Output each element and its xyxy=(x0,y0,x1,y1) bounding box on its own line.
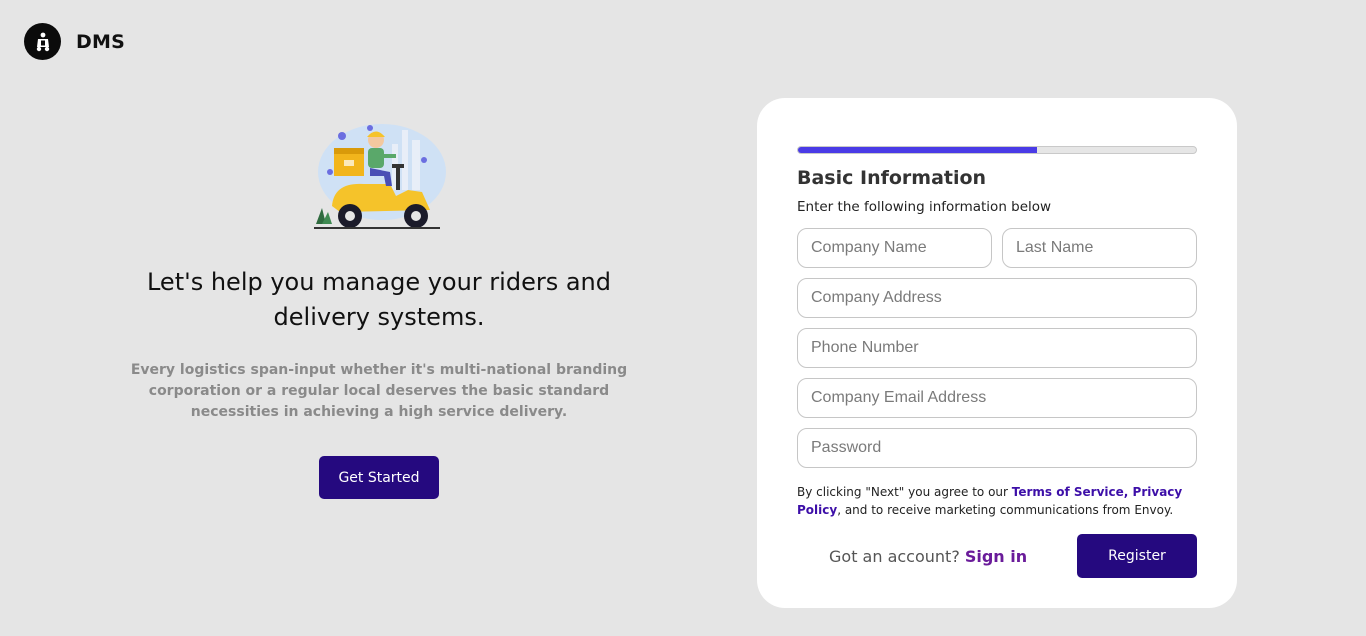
hero-title: Let's help you manage your riders and de… xyxy=(146,268,611,331)
terms-separator: , xyxy=(1123,485,1133,499)
account-prompt-text: Got an account? xyxy=(829,546,960,566)
terms-suffix: , and to receive marketing communication… xyxy=(837,503,1174,517)
company-name-input[interactable] xyxy=(797,228,992,268)
sign-in-link[interactable]: Sign in xyxy=(965,547,1027,566)
brand-name[interactable]: DMS xyxy=(76,31,125,53)
delivery-scooter-illustration xyxy=(313,124,446,229)
form-subtitle: Enter the following information below xyxy=(797,199,1052,215)
name-row xyxy=(797,228,1197,268)
terms-prefix: By clicking "Next" you agree to our xyxy=(797,485,1012,499)
terms-notice: By clicking "Next" you agree to our Term… xyxy=(797,483,1197,519)
brand: DMS xyxy=(24,23,125,60)
scooter-logo-icon[interactable] xyxy=(24,23,61,60)
phone-number-input[interactable] xyxy=(797,328,1197,368)
registration-card: Basic Information Enter the following in… xyxy=(757,98,1237,608)
company-email-input[interactable] xyxy=(797,378,1197,418)
company-address-input[interactable] xyxy=(797,278,1197,318)
hero-description: Every logistics span-input whether it's … xyxy=(130,362,628,420)
last-name-input[interactable] xyxy=(1002,228,1197,268)
get-started-button[interactable]: Get Started xyxy=(319,456,439,499)
hero-section: Let's help you manage your riders and de… xyxy=(120,120,638,499)
account-prompt: Got an account? Sign in xyxy=(829,547,1027,566)
register-button[interactable]: Register xyxy=(1077,534,1197,578)
progress-fill xyxy=(798,147,1037,153)
password-input[interactable] xyxy=(797,428,1197,468)
progress-bar xyxy=(797,146,1197,154)
form-fields xyxy=(797,228,1197,468)
form-footer: Got an account? Sign in Register xyxy=(797,534,1197,578)
terms-of-service-link[interactable]: Terms of Service xyxy=(1012,485,1124,499)
form-title: Basic Information xyxy=(797,167,987,189)
